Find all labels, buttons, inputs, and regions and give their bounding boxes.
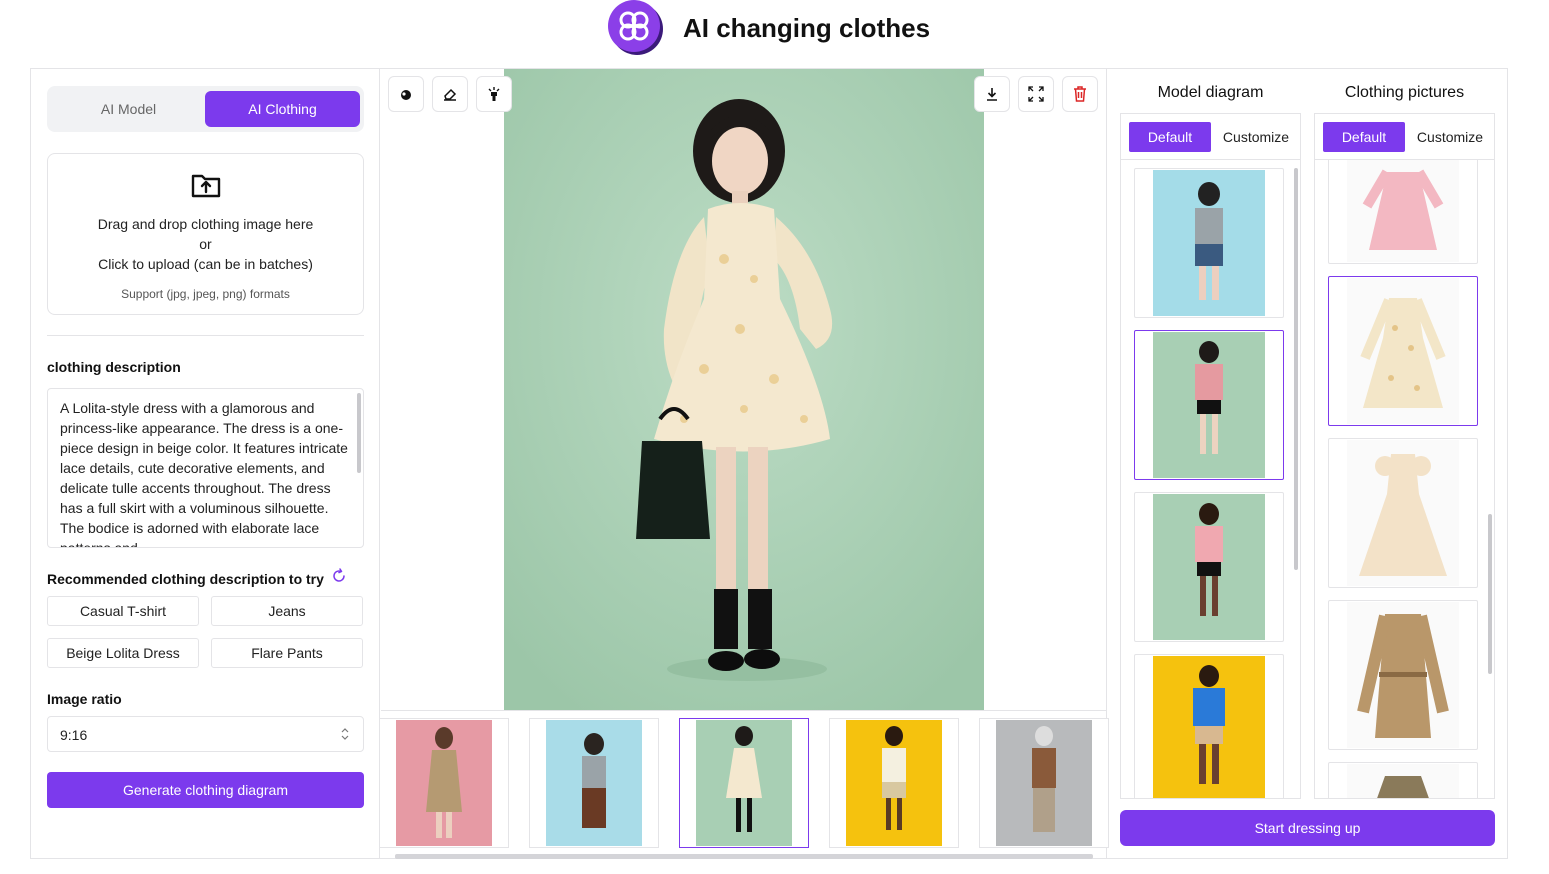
upload-instruction-or: or: [199, 236, 212, 252]
chip-flare-pants[interactable]: Flare Pants: [211, 638, 363, 668]
model-card[interactable]: [1134, 654, 1284, 798]
clothing-pictures-title: Clothing pictures: [1344, 84, 1465, 101]
clothing-tab-default[interactable]: Default: [1323, 122, 1405, 152]
clothing-image: [1347, 764, 1459, 798]
model-image: [1153, 170, 1265, 316]
brush-icon: [401, 90, 411, 100]
app-logo: [608, 0, 663, 55]
clothing-gallery-scrollbar[interactable]: [1488, 514, 1492, 674]
clothing-image: [1347, 160, 1459, 262]
model-tab-customize[interactable]: Customize: [1215, 122, 1297, 152]
thumbnail-item[interactable]: [529, 718, 659, 848]
upload-formats-note: Support (jpg, jpeg, png) formats: [121, 287, 290, 301]
result-image: [504, 69, 984, 710]
magic-wand-icon: [488, 87, 500, 101]
trash-icon: [1074, 86, 1086, 102]
description-label: clothing description: [47, 359, 181, 375]
model-image: [1153, 332, 1265, 478]
right-panel: Model diagram Clothing pictures Default …: [1108, 69, 1507, 858]
clothing-gallery: Default Customize: [1314, 113, 1495, 799]
recommended-label: Recommended clothing description to try: [47, 571, 324, 587]
model-gallery: Default Customize: [1120, 113, 1301, 799]
delete-button[interactable]: [1062, 76, 1098, 112]
app-title: AI changing clothes: [683, 13, 931, 43]
brush-tool-button[interactable]: [388, 76, 424, 112]
image-ratio-label: Image ratio: [47, 691, 122, 707]
clothing-image: [1347, 602, 1459, 748]
thumbnail-image: [396, 720, 492, 846]
textarea-scrollbar[interactable]: [357, 393, 361, 473]
clothing-list: [1315, 160, 1494, 798]
upload-instruction-1: Drag and drop clothing image here: [97, 216, 314, 232]
upload-instruction-2: Click to upload (can be in batches): [98, 256, 313, 272]
thumbnail-item[interactable]: [679, 718, 809, 848]
eraser-icon: [444, 88, 457, 101]
app-header: AI changing clothes: [0, 0, 1549, 60]
thumbnail-scrollbar[interactable]: [395, 854, 1093, 859]
clothing-card[interactable]: [1328, 600, 1478, 750]
clothing-description-textarea[interactable]: A Lolita-style dress with a glamorous an…: [47, 388, 364, 548]
thumbnail-item[interactable]: [829, 718, 959, 848]
start-dressing-button[interactable]: Start dressing up: [1120, 810, 1495, 846]
model-card[interactable]: [1134, 492, 1284, 642]
fullscreen-button[interactable]: [1018, 76, 1054, 112]
thumbnail-image: [996, 720, 1092, 846]
clothing-upload-dropzone[interactable]: Drag and drop clothing image here or Cli…: [47, 153, 364, 315]
preview-panel: [379, 69, 1109, 859]
dress-model-figure: [504, 69, 984, 710]
clothing-card[interactable]: [1328, 276, 1478, 426]
chip-beige-lolita-dress[interactable]: Beige Lolita Dress: [47, 638, 199, 668]
tab-ai-clothing[interactable]: AI Clothing: [205, 91, 360, 127]
chevron-updown-icon: [341, 728, 349, 740]
model-card[interactable]: [1134, 330, 1284, 480]
model-diagram-title: Model diagram: [1157, 84, 1264, 101]
image-ratio-select[interactable]: 9:16: [47, 716, 364, 752]
download-button[interactable]: [974, 76, 1010, 112]
thumbnail-item[interactable]: [379, 718, 509, 848]
result-thumbnail-strip: [379, 710, 1109, 859]
clothing-image: [1347, 440, 1459, 586]
thumbnail-image: [846, 720, 942, 846]
eraser-tool-button[interactable]: [432, 76, 468, 112]
tab-ai-model[interactable]: AI Model: [51, 91, 206, 127]
image-ratio-value: 9:16: [60, 727, 88, 743]
clothing-description-text: A Lolita-style dress with a glamorous an…: [60, 400, 348, 548]
thumbnail-image: [696, 720, 792, 846]
model-image: [1153, 494, 1265, 640]
generate-clothing-button[interactable]: Generate clothing diagram: [47, 772, 364, 808]
thumbnail-item[interactable]: [979, 718, 1109, 848]
magic-wand-button[interactable]: [476, 76, 512, 112]
clothing-card[interactable]: [1328, 762, 1478, 798]
model-image: [1153, 656, 1265, 798]
fullscreen-icon: [1028, 86, 1044, 102]
refresh-icon[interactable]: [331, 568, 347, 584]
thumbnail-image: [546, 720, 642, 846]
divider: [47, 335, 364, 336]
mode-switch: AI Model AI Clothing: [47, 86, 364, 132]
clothing-card[interactable]: [1328, 438, 1478, 588]
clothing-tab-customize[interactable]: Customize: [1409, 122, 1491, 152]
chip-jeans[interactable]: Jeans: [211, 596, 363, 626]
clothing-image: [1347, 278, 1459, 424]
clothing-card[interactable]: [1328, 160, 1478, 264]
model-list: [1121, 160, 1300, 798]
model-card[interactable]: [1134, 168, 1284, 318]
folder-upload-icon: [191, 174, 221, 198]
model-tab-default[interactable]: Default: [1129, 122, 1211, 152]
chip-casual-tshirt[interactable]: Casual T-shirt: [47, 596, 199, 626]
left-panel: AI Model AI Clothing Drag and drop cloth…: [31, 69, 380, 858]
model-gallery-scrollbar[interactable]: [1294, 168, 1298, 570]
download-icon: [987, 88, 997, 101]
